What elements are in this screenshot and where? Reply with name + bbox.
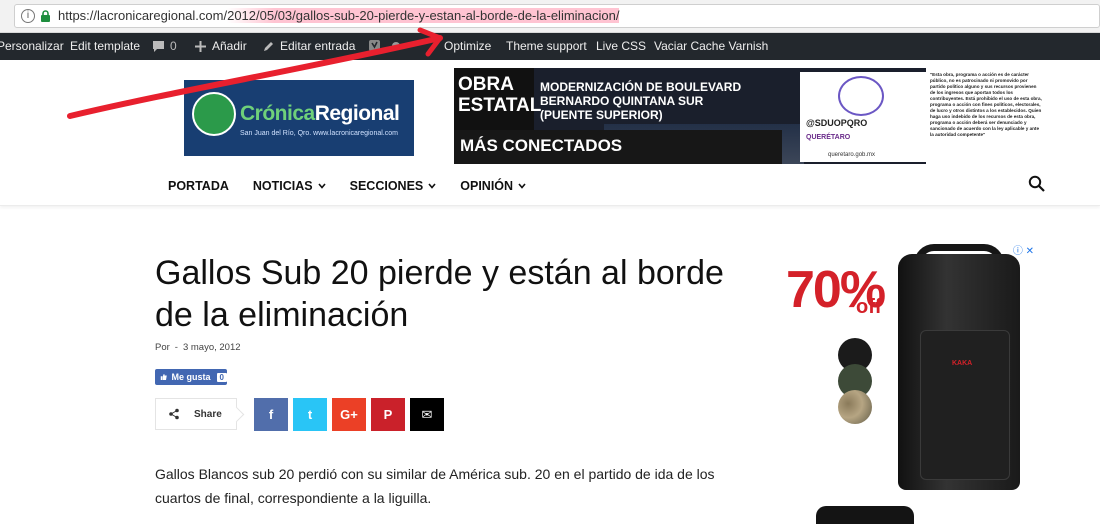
globe-icon bbox=[192, 92, 236, 136]
pencil-icon bbox=[264, 41, 273, 51]
hombro-logo-icon bbox=[838, 76, 884, 116]
adminbar-optimize[interactable]: Optimize bbox=[444, 39, 491, 53]
comment-icon bbox=[153, 40, 164, 52]
adchoices-icon[interactable]: ⓘ ✕ bbox=[1013, 242, 1034, 257]
adminbar-comments[interactable]: 0 bbox=[152, 39, 177, 53]
comments-count: 0 bbox=[170, 39, 177, 53]
plus-icon bbox=[195, 40, 206, 52]
ad-off-label: off bbox=[856, 296, 882, 318]
share-pinterest-button[interactable]: P bbox=[371, 398, 405, 431]
share-facebook-button[interactable]: f bbox=[254, 398, 288, 431]
article-title: Gallos Sub 20 pierde y están al borde de… bbox=[155, 254, 724, 334]
ad-brand: KAKA bbox=[952, 360, 973, 367]
url-base: https://lacronicaregional.com/ bbox=[58, 8, 228, 23]
adminbar-anadir[interactable]: Añadir bbox=[194, 39, 247, 53]
adminbar-theme-support[interactable]: Theme support bbox=[506, 39, 587, 53]
banner-heading: MODERNIZACIÓN DE BOULEVARD BERNARDO QUIN… bbox=[540, 80, 742, 122]
gov-url: queretaro.gob.mx bbox=[828, 152, 876, 158]
logo-tagline: San Juan del Río, Qro. www.lacronicaregi… bbox=[240, 130, 398, 137]
chevron-down-icon bbox=[428, 183, 436, 189]
sidebar-ad[interactable]: ⓘ ✕ KAKA 70% off bbox=[780, 240, 1040, 524]
share-twitter-button[interactable]: t bbox=[293, 398, 327, 431]
site-logo[interactable]: CrónicaRegional San Juan del Río, Qro. w… bbox=[184, 80, 414, 156]
url-text[interactable]: https://lacronicaregional.com/2012/05/03… bbox=[58, 8, 620, 23]
googleplus-icon: G+ bbox=[340, 407, 358, 422]
email-icon: ✉ bbox=[421, 406, 433, 422]
share-googleplus-button[interactable]: G+ bbox=[332, 398, 366, 431]
pinterest-icon: P bbox=[383, 407, 393, 422]
address-field[interactable]: i https://lacronicaregional.com/2012/05/… bbox=[14, 4, 1100, 28]
color-swatch-camo bbox=[838, 390, 872, 424]
share-box: Share bbox=[155, 398, 237, 430]
fb-like-button[interactable]: Me gusta 0 bbox=[155, 369, 227, 385]
nav-item-opinión[interactable]: OPINIÓN bbox=[460, 176, 526, 196]
social-handle: @SDUOPQRO bbox=[806, 118, 868, 128]
lock-icon bbox=[41, 10, 50, 22]
article-meta: Por -3 mayo, 2012 bbox=[155, 342, 241, 353]
fb-like-count: 0 bbox=[216, 372, 227, 382]
site-header: CrónicaRegional San Juan del Río, Qro. w… bbox=[0, 60, 1100, 206]
article-date: 3 mayo, 2012 bbox=[182, 342, 241, 353]
yoast-icon bbox=[369, 40, 380, 51]
author-prefix: Por bbox=[155, 342, 170, 353]
browser-url-bar: i https://lacronicaregional.com/2012/05/… bbox=[0, 0, 1100, 33]
adminbar-edit-template[interactable]: Edit template bbox=[70, 39, 140, 53]
header-banner-ad[interactable]: OBRA ESTATAL MÁS CONECTADOS MODERNIZACIÓN… bbox=[454, 68, 1046, 164]
chevron-down-icon bbox=[318, 183, 326, 189]
adminbar-vaciar-cache[interactable]: Vaciar Cache Varnish bbox=[654, 39, 768, 53]
thumbs-up-icon bbox=[160, 373, 167, 381]
banner-obra-text: OBRA ESTATAL bbox=[458, 74, 542, 116]
nav-item-portada[interactable]: PORTADA bbox=[168, 176, 229, 196]
adminbar-personalizar[interactable]: Personalizar bbox=[0, 39, 64, 53]
nav-item-noticias[interactable]: NOTICIAS bbox=[253, 176, 326, 196]
banner-legal-text: "Esta obra, programa o acción es de cará… bbox=[926, 68, 1046, 164]
article-body: Gallos Blancos sub 20 perdió con su simi… bbox=[155, 466, 715, 506]
share-email-button[interactable]: ✉ bbox=[410, 398, 444, 431]
logo-name: CrónicaRegional bbox=[240, 102, 400, 125]
adminbar-editar-entrada[interactable]: Editar entrada bbox=[262, 39, 355, 53]
facebook-icon: f bbox=[268, 407, 274, 422]
adminbar-yoast[interactable] bbox=[368, 39, 400, 52]
banner-mas-conectados: MÁS CONECTADOS bbox=[454, 130, 782, 164]
share-icon bbox=[169, 408, 179, 420]
info-icon[interactable]: i bbox=[21, 9, 35, 23]
status-dot-icon bbox=[392, 41, 400, 50]
search-icon[interactable] bbox=[1028, 175, 1046, 193]
adminbar-live-css[interactable]: Live CSS bbox=[596, 39, 646, 53]
backpack-image-2 bbox=[816, 506, 914, 524]
url-path: 2012/05/03/gallos-sub-20-pierde-y-estan-… bbox=[227, 8, 620, 23]
share-label: Share bbox=[194, 408, 222, 420]
twitter-icon: t bbox=[307, 407, 313, 422]
queretaro-label: QUERÉTARO bbox=[806, 134, 851, 141]
wp-admin-bar: Personalizar Edit template 0 Añadir Edit… bbox=[0, 33, 1100, 60]
main-nav: PORTADA NOTICIAS SECCIONES OPINIÓN bbox=[168, 176, 550, 196]
chevron-down-icon bbox=[518, 183, 526, 189]
nav-item-secciones[interactable]: SECCIONES bbox=[350, 176, 437, 196]
